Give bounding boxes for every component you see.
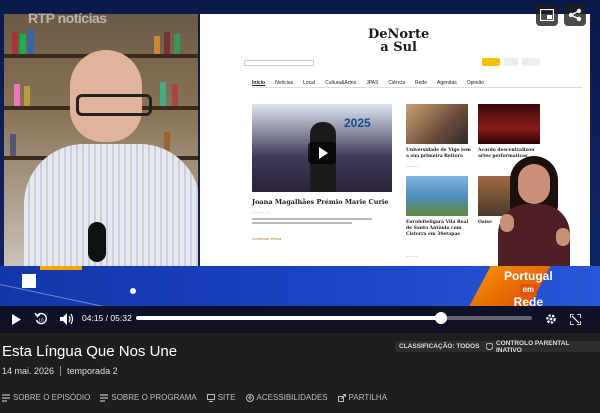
replay-10-icon: 10 [34, 312, 47, 325]
play-icon [12, 313, 21, 325]
accessibility-icon [245, 393, 254, 402]
site-read-more: Continuar leitura [252, 236, 282, 241]
classification-badge: CLASSIFICAÇÃO: TODOS [395, 341, 484, 352]
site-card-image [478, 104, 540, 144]
list-icon [100, 393, 109, 402]
play-button[interactable] [6, 307, 26, 331]
site-logo: DeNorte a Sul [368, 27, 430, 55]
episode-meta: 14 mai. 2026 temporada 2 [2, 366, 118, 376]
site-nav: Início Notícias Local Cultura&Artes JPAS… [252, 78, 582, 88]
list-icon [2, 393, 10, 402]
episode-title: Esta Língua Que Nos Une [2, 343, 178, 360]
site-hero-image: 2025 [252, 104, 392, 192]
guest-video-feed [4, 14, 198, 266]
guest-glasses [76, 94, 152, 116]
parental-control-badge[interactable]: CONTROLO PARENTAL INATIVO [482, 340, 600, 354]
site-search-box [244, 60, 314, 66]
seek-bar-handle[interactable] [434, 312, 447, 324]
tab-acessibilidades[interactable]: ACESSIBILIDADES [245, 393, 328, 402]
site-button [522, 58, 540, 66]
microphone [88, 222, 106, 262]
channel-watermark: RTP notícias [28, 10, 107, 26]
site-card-image [406, 176, 468, 216]
embedded-play-icon [308, 142, 336, 164]
tab-sobre-o-episodio[interactable]: SOBRE O EPISÓDIO [2, 393, 90, 402]
site-card-image [406, 104, 468, 144]
share-icon [568, 8, 582, 22]
picture-in-picture-button[interactable] [536, 4, 558, 26]
volume-button[interactable] [56, 307, 78, 331]
video-frame[interactable]: RTP notícias DeNorte a Sul Início Notíci… [0, 0, 600, 306]
share-button[interactable] [564, 4, 586, 26]
seek-bar[interactable] [136, 312, 532, 324]
site-card-title: Euroleiteligará Vila Real de Santo Antôn… [406, 220, 469, 237]
site-card-title: Universidade de Vigo tem a sua primeira … [406, 148, 471, 159]
site-hero-title: Joana Magalhães Prémio Marie Curie [252, 198, 389, 206]
picture-in-picture-icon [540, 9, 554, 21]
seek-bar-progress [136, 316, 441, 320]
site-button [504, 58, 518, 66]
share-icon [337, 393, 346, 402]
svg-text:10: 10 [38, 318, 44, 323]
shield-icon [486, 343, 493, 350]
fullscreen-button[interactable] [566, 307, 584, 331]
sign-language-interpreter [492, 150, 576, 266]
time-display: 04:15 / 05:32 [82, 313, 132, 323]
monitor-icon [206, 393, 215, 402]
video-player[interactable]: RTP notícias DeNorte a Sul Início Notíci… [0, 0, 600, 333]
replay-10-button[interactable]: 10 [30, 307, 52, 331]
site-hero-body [252, 218, 392, 224]
gear-icon [546, 314, 556, 324]
program-logo: Portugal em Rede [504, 269, 553, 309]
fullscreen-icon [569, 313, 581, 325]
tab-site[interactable]: SITE [206, 393, 236, 402]
volume-icon [60, 313, 74, 325]
episode-season: temporada 2 [67, 366, 118, 376]
site-hero-date: — — — — [252, 210, 269, 214]
tab-sobre-o-programa[interactable]: SOBRE O PROGRAMA [100, 393, 197, 402]
episode-date: 14 mai. 2026 [2, 366, 55, 376]
site-card-date: — — — [406, 164, 419, 168]
guest-shirt [24, 144, 198, 266]
tab-partilha[interactable]: PARTILHA [337, 393, 387, 402]
site-card-date: — — — [406, 254, 419, 258]
episode-tabs: SOBRE O EPISÓDIO SOBRE O PROGRAMA SITE A… [2, 393, 387, 402]
site-button [482, 58, 500, 66]
settings-button[interactable] [542, 307, 560, 331]
